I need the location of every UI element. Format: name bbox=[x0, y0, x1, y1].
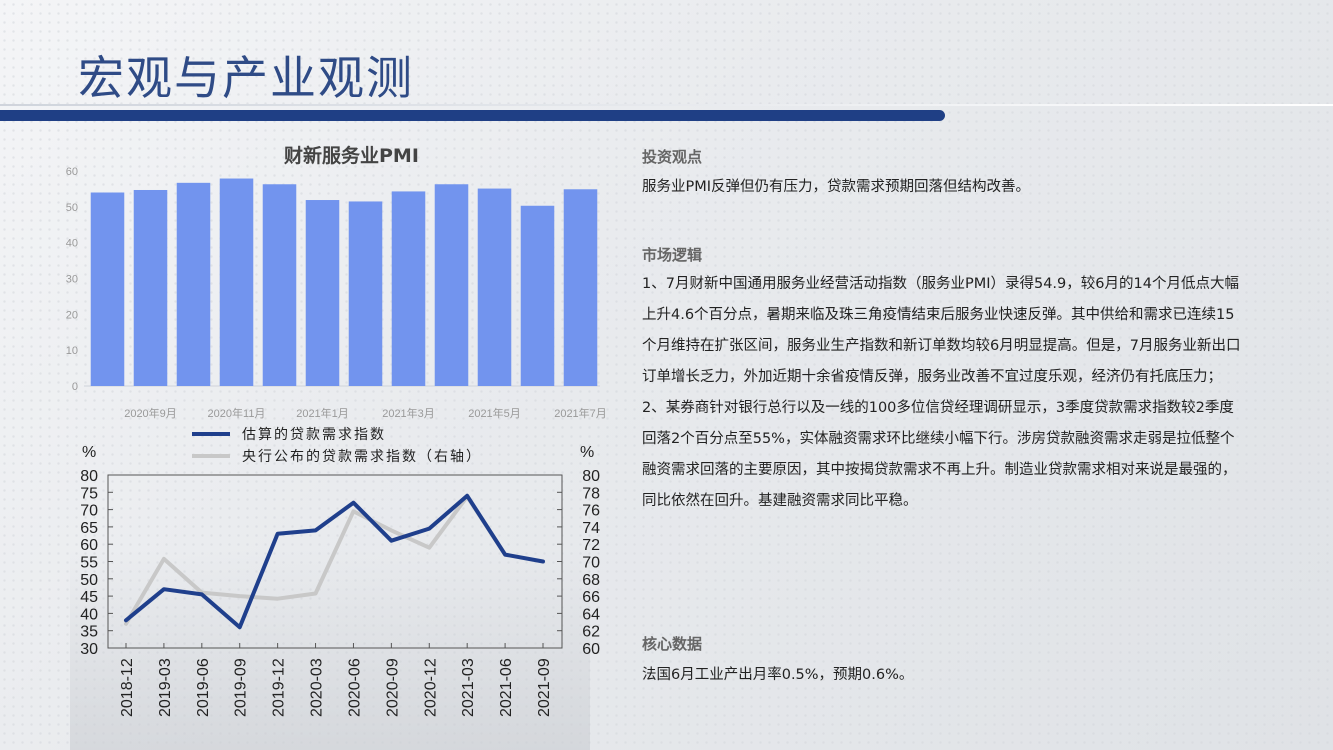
left-y-tick-label: 65 bbox=[80, 520, 98, 537]
market-logic-heading: 市场逻辑 bbox=[642, 246, 703, 264]
legend-label-estimated: 估算的贷款需求指数 bbox=[242, 427, 386, 443]
left-y-tick-label: 70 bbox=[80, 503, 98, 520]
x-tick-label: 2021-06 bbox=[498, 658, 515, 717]
right-y-tick-label: 60 bbox=[582, 641, 600, 658]
left-y-tick-label: 35 bbox=[80, 624, 98, 641]
x-tick-label: 2018-12 bbox=[119, 658, 136, 717]
series-line-estimated bbox=[124, 493, 545, 630]
line-chart: 3035404550556065707580606264666870727476… bbox=[80, 444, 600, 717]
core-data-text: 法国6月工业产出月率0.5%，预期0.6%。 bbox=[642, 660, 1242, 691]
x-tick-label: 2020-03 bbox=[309, 658, 326, 717]
left-y-tick-label: 60 bbox=[80, 537, 98, 554]
market-logic-paragraph-1: 1、7月财新中国通用服务业经营活动指数（服务业PMI）录得54.9，较6月的14… bbox=[642, 276, 1241, 385]
right-y-tick-label: 72 bbox=[582, 537, 600, 554]
left-y-tick-label: 55 bbox=[80, 555, 98, 572]
right-y-tick-label: 66 bbox=[582, 589, 600, 606]
legend-swatches bbox=[192, 432, 230, 458]
x-tick-label: 2019-03 bbox=[157, 658, 174, 717]
legend-label-pboc: 央行公布的贷款需求指数（右轴） bbox=[242, 449, 482, 465]
right-y-tick-label: 80 bbox=[582, 468, 600, 485]
left-y-tick-label: 50 bbox=[80, 572, 98, 589]
market-logic-paragraph-2: 2、某券商针对银行总行以及一线的100多位信贷经理调研显示，3季度贷款需求指数较… bbox=[642, 400, 1237, 509]
x-tick-label: 2020-09 bbox=[384, 658, 401, 717]
right-y-tick-label: 64 bbox=[582, 606, 600, 623]
core-data-heading: 核心数据 bbox=[642, 635, 703, 653]
right-y-tick-label: 76 bbox=[582, 503, 600, 520]
series-line-pboc bbox=[124, 494, 508, 626]
right-y-tick-label: 74 bbox=[582, 520, 600, 537]
x-tick-label: 2019-06 bbox=[195, 658, 212, 717]
market-logic-text: 1、7月财新中国通用服务业经营活动指数（服务业PMI）录得54.9，较6月的14… bbox=[642, 269, 1242, 517]
right-axis-unit: % bbox=[580, 444, 594, 461]
x-tick-label: 2020-12 bbox=[422, 658, 439, 717]
right-y-tick-label: 62 bbox=[582, 624, 600, 641]
left-y-tick-label: 75 bbox=[80, 485, 98, 502]
left-axis-unit: % bbox=[82, 444, 96, 461]
left-y-tick-label: 30 bbox=[80, 641, 98, 658]
x-tick-label: 2019-09 bbox=[233, 658, 250, 717]
right-y-tick-label: 68 bbox=[582, 572, 600, 589]
investment-view-heading: 投资观点 bbox=[642, 148, 703, 166]
left-y-tick-label: 45 bbox=[80, 589, 98, 606]
x-tick-label: 2021-09 bbox=[536, 658, 553, 717]
right-y-tick-label: 70 bbox=[582, 555, 600, 572]
x-tick-label: 2020-06 bbox=[346, 658, 363, 717]
x-tick-label: 2019-12 bbox=[271, 658, 288, 717]
left-y-tick-label: 80 bbox=[80, 468, 98, 485]
x-tick-label: 2021-03 bbox=[460, 658, 477, 717]
right-y-tick-label: 78 bbox=[582, 485, 600, 502]
core-data-paragraph: 法国6月工业产出月率0.5%，预期0.6%。 bbox=[642, 667, 914, 683]
line-plot-frame bbox=[107, 474, 563, 649]
investment-view-paragraph: 服务业PMI反弹但仍有压力，贷款需求预期回落但结构改善。 bbox=[642, 179, 1031, 195]
left-y-tick-label: 40 bbox=[80, 606, 98, 623]
investment-view-text: 服务业PMI反弹但仍有压力，贷款需求预期回落但结构改善。 bbox=[642, 172, 1242, 203]
